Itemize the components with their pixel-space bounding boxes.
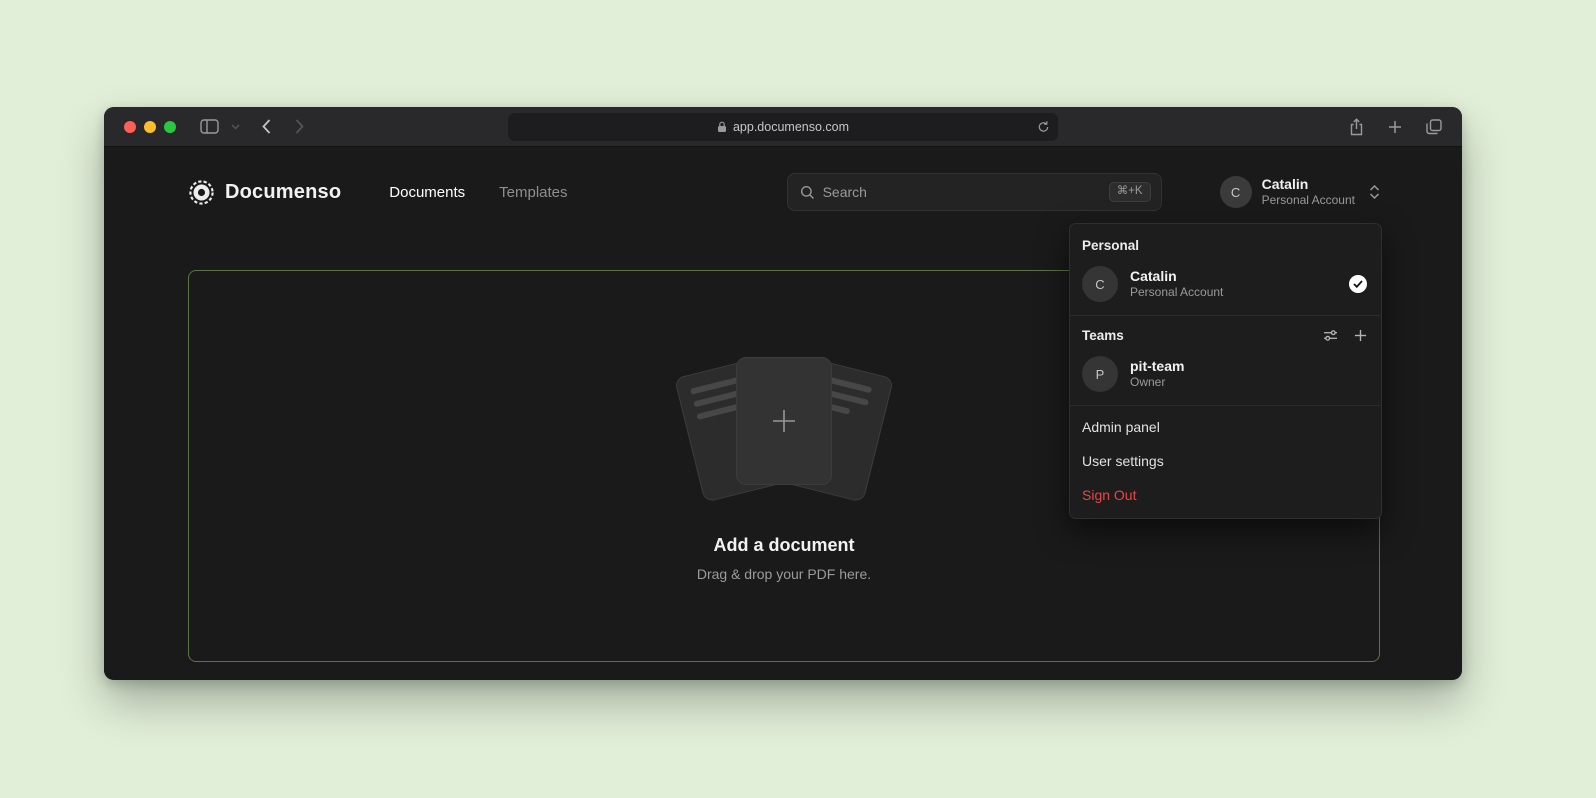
menu-item-user-settings[interactable]: User settings — [1070, 444, 1381, 478]
documenso-logo-icon — [188, 179, 215, 206]
menu-section-personal: Personal — [1070, 230, 1381, 259]
url-text: app.documenso.com — [733, 120, 849, 134]
menu-divider — [1070, 405, 1381, 406]
close-window-button[interactable] — [124, 121, 136, 133]
brand[interactable]: Documenso — [188, 179, 341, 206]
sidebar-toggle-icon[interactable] — [200, 119, 219, 134]
back-button[interactable] — [262, 119, 271, 134]
forward-button[interactable] — [295, 119, 304, 134]
new-tab-icon[interactable] — [1388, 120, 1402, 134]
selected-check-icon — [1349, 275, 1367, 293]
minimize-window-button[interactable] — [144, 121, 156, 133]
account-subtitle: Personal Account — [1262, 193, 1355, 208]
tab-overview-icon[interactable] — [1426, 119, 1442, 135]
plus-icon — [769, 406, 799, 436]
search-bar[interactable]: ⌘+K — [787, 173, 1162, 211]
address-bar[interactable]: app.documenso.com — [508, 113, 1058, 141]
menu-team-avatar: P — [1082, 356, 1118, 392]
account-name: Catalin — [1262, 176, 1355, 194]
zoom-window-button[interactable] — [164, 121, 176, 133]
teams-header: Teams — [1070, 320, 1381, 349]
account-menu-trigger[interactable]: C Catalin Personal Account — [1220, 176, 1380, 209]
menu-item-admin-panel[interactable]: Admin panel — [1070, 410, 1381, 444]
manage-teams-icon[interactable] — [1323, 329, 1338, 342]
menu-team-name: pit-team — [1130, 357, 1367, 375]
traffic-lights — [124, 121, 176, 133]
search-input[interactable] — [823, 184, 1101, 200]
app-content: Documenso Documents Templates ⌘+K C — [104, 147, 1462, 679]
nav-documents[interactable]: Documents — [389, 184, 465, 201]
brand-name: Documenso — [225, 181, 341, 204]
lock-icon — [717, 121, 727, 133]
menu-personal-subtitle: Personal Account — [1130, 285, 1337, 301]
share-icon[interactable] — [1349, 118, 1364, 136]
menu-team-subtitle: Owner — [1130, 375, 1367, 391]
menu-divider — [1070, 315, 1381, 316]
browser-window: app.documenso.com — [104, 107, 1462, 680]
menu-item-sign-out[interactable]: Sign Out — [1070, 478, 1381, 512]
account-menu: Personal C Catalin Personal Account Team… — [1069, 223, 1382, 519]
chevron-up-down-icon — [1369, 184, 1380, 200]
refresh-icon[interactable] — [1037, 121, 1050, 134]
menu-personal-avatar: C — [1082, 266, 1118, 302]
nav-templates[interactable]: Templates — [499, 184, 567, 201]
illustration-card-center — [736, 357, 832, 485]
dropzone-subtitle: Drag & drop your PDF here. — [697, 566, 871, 582]
search-shortcut-badge: ⌘+K — [1109, 182, 1151, 202]
dropzone-title: Add a document — [713, 535, 854, 556]
browser-toolbar: app.documenso.com — [104, 107, 1462, 147]
account-avatar: C — [1220, 176, 1252, 208]
menu-personal-account-item[interactable]: C Catalin Personal Account — [1070, 259, 1381, 311]
main-nav: Documents Templates — [389, 184, 567, 201]
search-icon — [800, 185, 815, 200]
menu-personal-name: Catalin — [1130, 267, 1337, 285]
documents-illustration — [674, 351, 894, 501]
menu-section-teams: Teams — [1082, 328, 1323, 343]
add-team-icon[interactable] — [1354, 329, 1367, 342]
sidebar-chevron-down-icon[interactable] — [231, 124, 240, 130]
menu-team-item[interactable]: P pit-team Owner — [1070, 349, 1381, 401]
